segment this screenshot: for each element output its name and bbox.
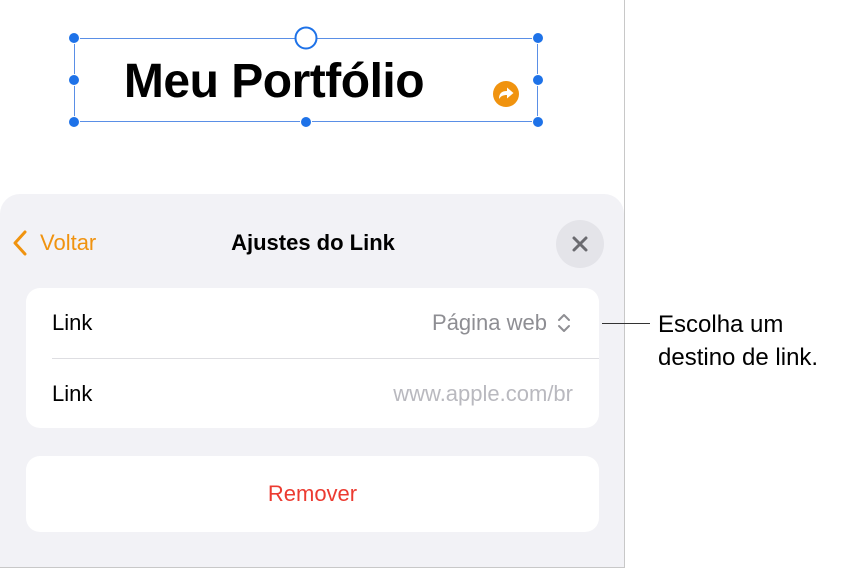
resize-handle-right[interactable] <box>532 74 544 86</box>
resize-handle-top-left[interactable] <box>68 32 80 44</box>
callout-line-1: Escolha um <box>658 311 784 338</box>
remove-link-button[interactable]: Remover <box>26 456 599 532</box>
xmark-icon <box>572 236 588 252</box>
resize-handle-top-right[interactable] <box>532 32 544 44</box>
resize-handle-bottom-left[interactable] <box>68 116 80 128</box>
ipad-screen: Meu Portfólio Voltar Ajustes do Link Lin… <box>0 0 625 568</box>
panel-title: Ajustes do Link <box>231 230 395 255</box>
resize-handle-bottom[interactable] <box>300 116 312 128</box>
link-arrow-icon[interactable] <box>490 78 522 110</box>
close-button[interactable] <box>556 220 604 268</box>
remove-group: Remover <box>26 456 599 532</box>
chevron-left-icon <box>13 230 27 256</box>
chevron-up-down-icon <box>558 314 570 332</box>
back-button[interactable]: Voltar <box>12 228 96 258</box>
callout-line-2: destino de link. <box>658 344 819 371</box>
back-label: Voltar <box>40 230 97 255</box>
link-type-value[interactable]: Página web <box>432 310 573 336</box>
callout-text: Escolha um destino de link. <box>658 308 818 374</box>
link-url-label: Link <box>52 380 93 406</box>
resize-handle-left[interactable] <box>68 74 80 86</box>
link-type-label: Link <box>52 310 93 335</box>
link-type-selected: Página web <box>432 310 547 335</box>
callout-line <box>602 323 650 324</box>
resize-handle-bottom-right[interactable] <box>532 116 544 128</box>
link-url-input[interactable]: www.apple.com/br <box>393 381 573 407</box>
rotate-handle-icon[interactable] <box>294 26 318 50</box>
link-type-row[interactable]: Link Página web <box>26 288 599 358</box>
link-options-group: Link Página web Link www.apple.com/br <box>26 288 599 428</box>
canvas-title[interactable]: Meu Portfólio <box>74 52 474 112</box>
link-url-row[interactable]: Link www.apple.com/br <box>52 358 599 428</box>
